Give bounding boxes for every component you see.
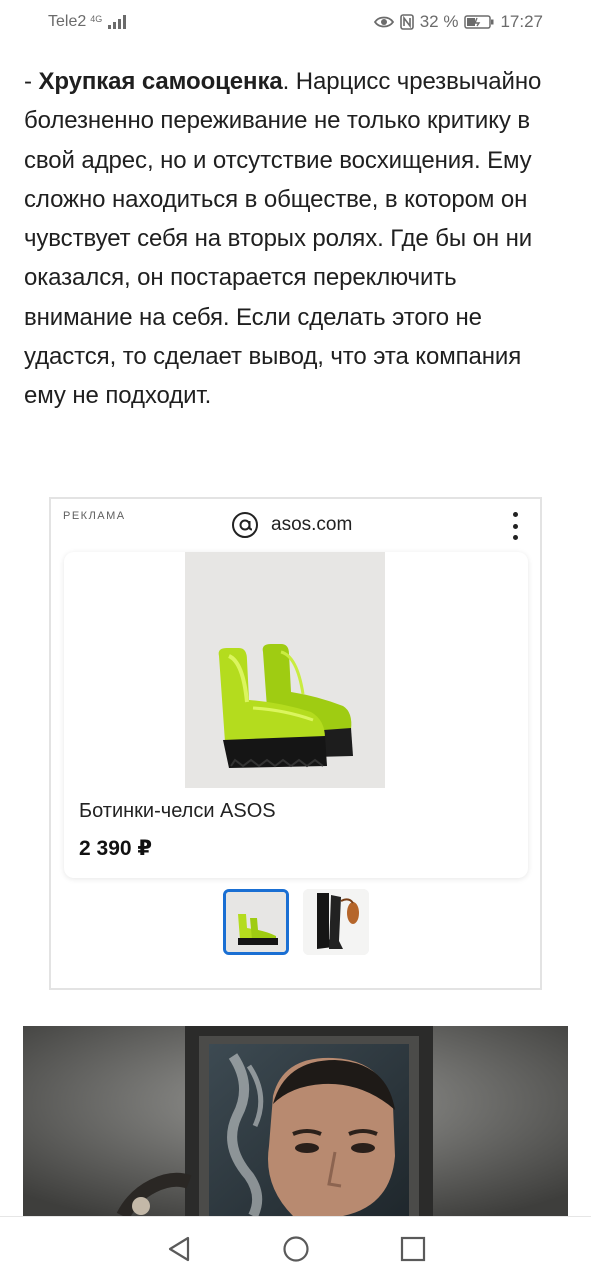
back-icon <box>168 1236 189 1261</box>
home-icon <box>282 1235 309 1262</box>
more-options-icon[interactable] <box>512 512 518 540</box>
battery-icon <box>464 15 494 29</box>
carrier-name: Tele2 <box>48 13 87 30</box>
man-in-mirror-image <box>23 1026 568 1216</box>
article-body: . Нарцисс чрезвычайно болезненно пережив… <box>24 68 542 410</box>
system-navigation-bar <box>0 1216 591 1280</box>
home-button[interactable] <box>280 1233 312 1265</box>
back-button[interactable] <box>163 1233 195 1265</box>
at-icon <box>232 512 258 538</box>
product-price: 2 390 ₽ <box>79 837 152 860</box>
black-boots-thumb-image <box>303 889 369 955</box>
thumbnail-carousel <box>223 889 369 955</box>
status-left: Tele2 4G <box>48 13 127 31</box>
green-chelsea-boots-image <box>185 552 385 788</box>
thumbnail-black-boots[interactable] <box>303 889 369 955</box>
ad-source[interactable]: asos.com <box>231 511 352 539</box>
recents-icon <box>400 1236 425 1261</box>
status-bar: Tele2 4G 32 % 17:27 <box>0 0 591 44</box>
article-bold-heading: Хрупкая самооценка <box>38 68 283 95</box>
product-name[interactable]: Ботинки-челси ASOS <box>79 800 276 823</box>
recents-button[interactable] <box>397 1233 429 1265</box>
ad-block: РЕКЛАМА asos.com Ботинки-челси ASOS 2 39… <box>49 497 542 990</box>
battery-percent: 32 % <box>419 12 459 31</box>
product-card[interactable]: Ботинки-челси ASOS 2 390 ₽ <box>64 552 528 878</box>
thumbnail-green-boots[interactable] <box>223 889 289 955</box>
network-type: 4G <box>90 14 103 24</box>
eye-icon <box>373 16 394 28</box>
lead-dash: - <box>24 68 39 95</box>
article-paragraph: - Хрупкая самооценка. Нарцисс чрезвычайн… <box>24 62 564 416</box>
status-right: 32 % 17:27 <box>373 12 543 32</box>
clock: 17:27 <box>500 12 543 31</box>
nfc-icon <box>399 14 414 30</box>
product-image[interactable] <box>185 552 385 788</box>
green-boots-thumb-image <box>226 892 286 952</box>
ad-label: РЕКЛАМА <box>63 510 126 522</box>
article-illustration <box>23 1026 568 1216</box>
ad-source-domain: asos.com <box>271 514 353 535</box>
signal-icon <box>108 15 127 29</box>
